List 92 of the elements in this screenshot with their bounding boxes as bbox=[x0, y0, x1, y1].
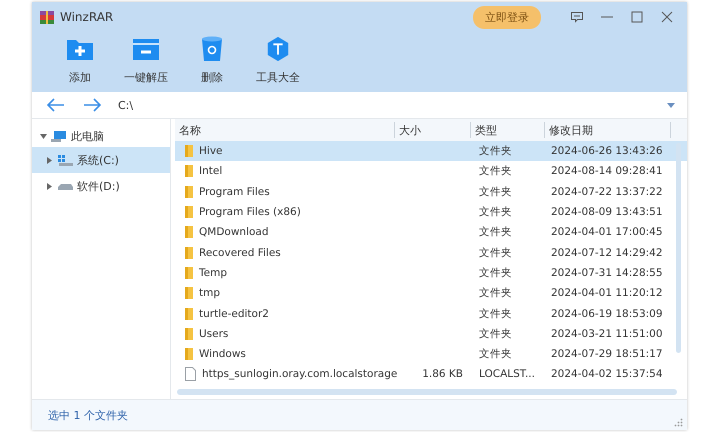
column-header[interactable]: 名称 bbox=[175, 122, 395, 138]
close-icon[interactable] bbox=[660, 10, 674, 24]
status-text: 选中 1 个文件夹 bbox=[48, 408, 129, 422]
file-name: Windows bbox=[199, 348, 246, 360]
login-button[interactable]: 立即登录 bbox=[473, 6, 541, 28]
file-row[interactable]: Intel 文件夹 2024-08-14 09:28:41 bbox=[175, 161, 687, 182]
app-logo-icon bbox=[40, 10, 54, 24]
folder-icon bbox=[185, 246, 193, 259]
maximize-icon[interactable] bbox=[630, 10, 644, 24]
collapsed-arrow-icon[interactable] bbox=[46, 156, 53, 164]
folder-icon bbox=[185, 186, 193, 198]
folder-icon bbox=[185, 165, 193, 178]
modified-date: 2024-03-21 11:51:00 bbox=[551, 328, 663, 340]
file-icon bbox=[185, 367, 196, 382]
system-drive-icon bbox=[57, 154, 73, 166]
file-name: Recovered Files bbox=[199, 246, 281, 259]
file-row[interactable]: Program Files 文件夹 2024-07-22 13:37:22 bbox=[175, 182, 687, 202]
modified-date: 2024-04-02 15:37:54 bbox=[551, 368, 663, 380]
file-name: Hive bbox=[199, 145, 222, 158]
file-row[interactable]: Temp 文件夹 2024-07-31 14:28:55 bbox=[175, 262, 687, 284]
file-type: 文件夹 bbox=[479, 328, 512, 340]
modified-date: 2024-07-29 18:51:17 bbox=[551, 348, 663, 360]
file-row[interactable]: Users 文件夹 2024-03-21 11:51:00 bbox=[175, 324, 687, 344]
collapsed-arrow-icon[interactable] bbox=[46, 182, 53, 190]
hexagon-t-icon bbox=[265, 36, 291, 62]
file-name: https_sunlogin.oray.com.localstorage bbox=[202, 368, 398, 380]
modified-date: 2024-08-14 09:28:41 bbox=[551, 165, 663, 178]
toolbar-button[interactable]: 工具大全 bbox=[248, 32, 308, 89]
file-size: 1.86 KB bbox=[422, 368, 463, 380]
file-name: Program Files bbox=[199, 186, 270, 198]
toolbar-button[interactable]: 添加 bbox=[50, 32, 110, 89]
scrollbar[interactable] bbox=[676, 143, 681, 353]
toolbar-button[interactable]: 删除 bbox=[182, 32, 242, 89]
file-name: Temp bbox=[199, 266, 227, 279]
expanded-arrow-icon[interactable] bbox=[40, 132, 47, 140]
file-row[interactable]: Recovered Files 文件夹 2024-07-12 14:29:42 bbox=[175, 242, 687, 263]
file-name: Intel bbox=[199, 165, 222, 178]
tree-item[interactable]: 软件(D:) bbox=[32, 173, 170, 199]
file-row[interactable]: turtle-editor2 文件夹 2024-06-19 18:53:09 bbox=[175, 303, 687, 324]
file-type: 文件夹 bbox=[479, 206, 512, 218]
modified-date: 2024-04-01 17:00:45 bbox=[551, 226, 663, 238]
file-name: QMDownload bbox=[199, 226, 269, 238]
file-type: 文件夹 bbox=[479, 246, 512, 259]
file-row[interactable]: Program Files (x86) 文件夹 2024-08-09 13:43:51 bbox=[175, 202, 687, 222]
toolbar-button[interactable]: 一键解压 bbox=[116, 32, 176, 89]
file-type: 文件夹 bbox=[479, 165, 512, 178]
dropdown-icon[interactable] bbox=[667, 102, 675, 108]
column-header[interactable]: 类型 bbox=[471, 122, 545, 138]
column-header[interactable]: 修改日期 bbox=[545, 122, 671, 138]
modified-date: 2024-07-22 13:37:22 bbox=[551, 186, 663, 198]
modified-date: 2024-08-09 13:43:51 bbox=[551, 206, 663, 218]
file-name: Program Files (x86) bbox=[199, 206, 301, 218]
column-header[interactable]: 大小 bbox=[395, 122, 471, 138]
file-name: turtle-editor2 bbox=[199, 308, 269, 320]
file-row[interactable]: QMDownload 文件夹 2024-04-01 17:00:45 bbox=[175, 222, 687, 242]
file-type: LOCALST... bbox=[479, 368, 535, 380]
file-type: 文件夹 bbox=[479, 145, 512, 158]
file-type: 文件夹 bbox=[479, 226, 512, 238]
tree-item[interactable]: 此电脑 bbox=[32, 125, 170, 147]
recycle-bin-icon bbox=[201, 36, 223, 62]
file-name: tmp bbox=[199, 287, 220, 300]
folder-icon bbox=[185, 226, 193, 238]
modified-date: 2024-04-01 11:20:12 bbox=[551, 287, 663, 300]
computer-icon bbox=[51, 130, 67, 142]
tree-item[interactable]: 系统(C:) bbox=[32, 147, 170, 173]
file-name: Users bbox=[199, 328, 228, 340]
file-type: 文件夹 bbox=[479, 308, 512, 320]
file-row[interactable]: tmp 文件夹 2024-04-01 11:20:12 bbox=[175, 283, 687, 304]
modified-date: 2024-06-19 18:53:09 bbox=[551, 308, 663, 320]
folder-minus-icon bbox=[132, 36, 160, 62]
folder-icon bbox=[185, 206, 193, 218]
folder-icon bbox=[185, 145, 193, 158]
feedback-icon[interactable] bbox=[570, 10, 584, 24]
file-type: 文件夹 bbox=[479, 348, 512, 360]
scrollbar[interactable] bbox=[177, 388, 677, 395]
address-field[interactable]: C:\ bbox=[118, 98, 667, 112]
modified-date: 2024-06-26 13:43:26 bbox=[551, 145, 663, 158]
file-row[interactable]: https_sunlogin.oray.com.localstorage 1.86 KB LOCALST... 2024-04-02 15:37:54 bbox=[175, 364, 687, 385]
folder-icon bbox=[185, 328, 193, 340]
folder-icon bbox=[185, 308, 193, 320]
folder-icon bbox=[185, 348, 193, 360]
window-title: WinzRAR bbox=[60, 10, 114, 24]
file-row[interactable]: Windows 文件夹 2024-07-29 18:51:17 bbox=[175, 344, 687, 364]
modified-date: 2024-07-31 14:28:55 bbox=[551, 266, 663, 279]
file-type: 文件夹 bbox=[479, 186, 512, 198]
modified-date: 2024-07-12 14:29:42 bbox=[551, 246, 663, 259]
folder-icon bbox=[185, 266, 193, 279]
file-row[interactable]: Hive 文件夹 2024-06-26 13:43:26 bbox=[175, 141, 687, 162]
folder-icon bbox=[185, 287, 193, 300]
file-type: 文件夹 bbox=[479, 266, 512, 279]
resize-grip-icon[interactable] bbox=[673, 417, 683, 427]
file-type: 文件夹 bbox=[479, 287, 512, 300]
